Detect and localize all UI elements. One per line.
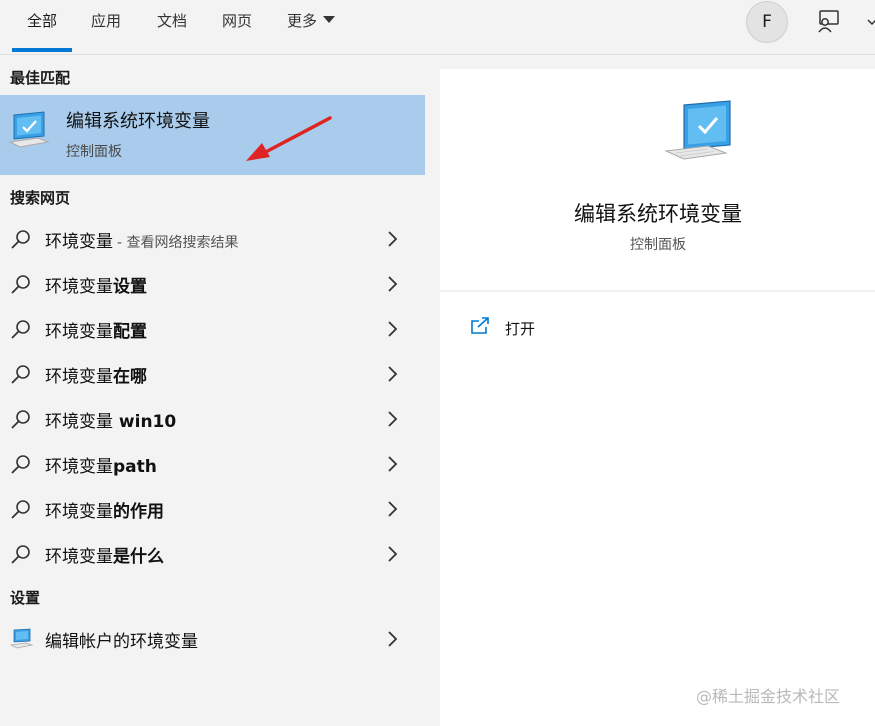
chevron-right-icon[interactable]	[386, 230, 398, 248]
chevron-right-icon[interactable]	[386, 410, 398, 428]
tab-documents[interactable]: 文档	[157, 0, 187, 54]
section-settings-heading: 设置	[10, 589, 41, 607]
tab-web-label: 网页	[222, 12, 253, 30]
monitor-check-icon	[8, 111, 50, 148]
section-web-search-heading: 搜索网页	[10, 189, 71, 207]
tab-all[interactable]: 全部	[12, 0, 73, 54]
chevron-down-icon	[323, 16, 336, 23]
results-list: 最佳匹配 编辑系统环境变量 控制面板 搜索网页 环境变量 - 查看网络搜索结果 环…	[0, 55, 425, 726]
web-result-text: 环境变量设置	[45, 272, 147, 297]
tab-more-label: 更多	[287, 12, 318, 30]
web-result-row[interactable]: 环境变量设置	[0, 261, 425, 306]
web-result-row[interactable]: 环境变量 win10	[0, 396, 425, 441]
active-tab-indicator	[12, 48, 73, 52]
search-icon	[11, 500, 30, 519]
web-result-row[interactable]: 环境变量配置	[0, 306, 425, 351]
query-base: 环境变量	[45, 457, 113, 477]
settings-result-text: 编辑帐户的环境变量	[45, 632, 198, 652]
tab-more[interactable]: 更多	[287, 0, 336, 54]
tab-apps-label: 应用	[91, 12, 122, 30]
search-filter-bar: 全部 应用 文档 网页 更多 F	[0, 0, 875, 55]
chevron-right-icon[interactable]	[386, 455, 398, 473]
chevron-right-icon[interactable]	[386, 500, 398, 518]
query-base: 环境变量	[45, 502, 113, 522]
search-icon	[11, 230, 30, 249]
chevron-right-icon[interactable]	[386, 545, 398, 563]
best-match-title: 编辑系统环境变量	[66, 111, 210, 132]
web-result-text: 环境变量 - 查看网络搜索结果	[45, 227, 239, 252]
tab-web[interactable]: 网页	[222, 0, 252, 54]
web-result-row[interactable]: 环境变量path	[0, 441, 425, 486]
query-base: 环境变量	[45, 367, 113, 387]
watermark: @稀土掘金技术社区	[696, 687, 841, 706]
open-action-label: 打开	[505, 320, 536, 338]
tab-all-label: 全部	[27, 12, 58, 30]
search-icon	[11, 410, 30, 429]
avatar-initial: F	[762, 12, 772, 32]
chevron-right-icon[interactable]	[386, 320, 398, 338]
query-suffix: 配置	[113, 322, 147, 342]
more-options-icon[interactable]	[866, 12, 875, 32]
detail-pane: 编辑系统环境变量 控制面板 打开	[440, 69, 875, 726]
query-base: 环境变量	[45, 232, 113, 252]
monitor-check-icon	[664, 100, 731, 160]
settings-result-row[interactable]: 编辑帐户的环境变量	[0, 616, 425, 661]
web-result-row[interactable]: 环境变量在哪	[0, 351, 425, 396]
query-suffix: 的作用	[113, 502, 164, 522]
query-suffix: 是什么	[113, 547, 164, 567]
search-icon	[11, 320, 30, 339]
feedback-icon[interactable]	[814, 8, 842, 36]
chevron-right-icon[interactable]	[386, 365, 398, 383]
query-suffix: 设置	[113, 277, 147, 297]
chevron-right-icon[interactable]	[386, 275, 398, 293]
red-arrow-annotation	[246, 116, 332, 161]
best-match-item[interactable]: 编辑系统环境变量 控制面板	[0, 95, 425, 175]
query-base: 环境变量	[45, 412, 113, 432]
search-icon	[11, 365, 30, 384]
web-result-text: 环境变量 win10	[45, 407, 176, 432]
chevron-right-icon[interactable]	[386, 630, 398, 648]
web-result-text: 环境变量path	[45, 452, 157, 477]
query-base: 环境变量	[45, 322, 113, 342]
best-match-subtitle: 控制面板	[66, 144, 122, 160]
section-best-match-heading: 最佳匹配	[10, 69, 71, 87]
tab-documents-label: 文档	[157, 12, 188, 30]
web-result-text: 环境变量的作用	[45, 497, 164, 522]
query-hint: - 查看网络搜索结果	[117, 235, 239, 251]
detail-subtitle: 控制面板	[630, 237, 686, 253]
web-result-row[interactable]: 环境变量 - 查看网络搜索结果	[0, 216, 425, 261]
web-result-text: 环境变量配置	[45, 317, 147, 342]
open-external-icon	[471, 317, 489, 334]
query-suffix: win10	[113, 412, 177, 432]
web-result-text: 环境变量是什么	[45, 542, 164, 567]
query-base: 环境变量	[45, 277, 113, 297]
tab-apps[interactable]: 应用	[91, 0, 121, 54]
web-result-row[interactable]: 环境变量是什么	[0, 531, 425, 576]
search-icon	[11, 545, 30, 564]
query-base: 环境变量	[45, 547, 113, 567]
query-suffix: path	[113, 457, 157, 477]
search-icon	[11, 455, 30, 474]
monitor-settings-icon	[10, 628, 34, 649]
user-avatar[interactable]: F	[746, 1, 788, 43]
web-result-text: 环境变量在哪	[45, 362, 147, 387]
search-icon	[11, 275, 30, 294]
detail-divider	[440, 290, 875, 292]
query-suffix: 在哪	[113, 367, 147, 387]
web-result-row[interactable]: 环境变量的作用	[0, 486, 425, 531]
detail-title: 编辑系统环境变量	[574, 202, 742, 226]
